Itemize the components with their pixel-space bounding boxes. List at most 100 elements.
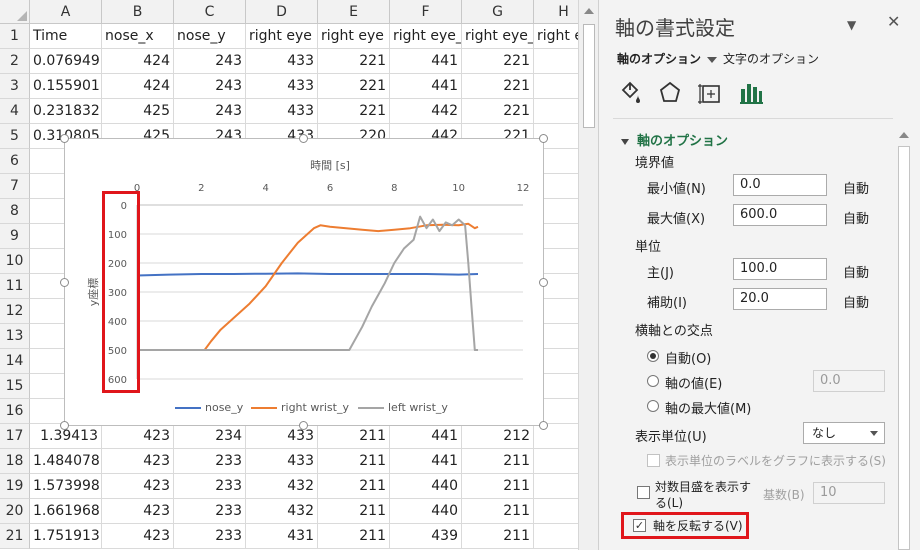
table-cell[interactable]: 441 <box>390 74 462 99</box>
table-cell[interactable]: 211 <box>462 474 534 499</box>
table-cell[interactable]: 433 <box>246 74 318 99</box>
chart-resize-handle[interactable] <box>539 134 548 143</box>
table-cell[interactable]: 0.231832 <box>30 99 102 124</box>
table-cell[interactable]: 243 <box>174 99 246 124</box>
row-header[interactable]: 9 <box>0 224 30 249</box>
size-properties-icon[interactable] <box>695 78 725 108</box>
axis-value-input[interactable]: 0.0 <box>813 370 885 392</box>
row-header[interactable]: 15 <box>0 374 30 399</box>
table-cell[interactable]: 432 <box>246 474 318 499</box>
table-cell[interactable]: 439 <box>390 524 462 549</box>
table-cell[interactable]: 243 <box>174 49 246 74</box>
row-header[interactable]: 13 <box>0 324 30 349</box>
table-cell[interactable]: 0.076949 <box>30 49 102 74</box>
chart-resize-handle[interactable] <box>60 421 69 430</box>
pane-scroll-thumb[interactable] <box>898 146 910 550</box>
scroll-up-arrow-icon[interactable] <box>584 8 594 14</box>
row-header[interactable]: 19 <box>0 474 30 499</box>
row-header[interactable]: 3 <box>0 74 30 99</box>
radio-crosses-axis-value[interactable] <box>647 375 659 387</box>
spreadsheet-grid[interactable]: ABCDEFGH 1 2 3 4 5 6 7 8 9 10 11 12 13 14 15 16 17 18 19 20… <box>0 0 598 550</box>
row-header[interactable]: 6 <box>0 149 30 174</box>
row-header[interactable]: 21 <box>0 524 30 549</box>
max-auto-button[interactable]: 自動 <box>843 208 869 227</box>
row-header[interactable]: 12 <box>0 299 30 324</box>
display-units-select[interactable]: なし <box>803 422 885 444</box>
table-cell[interactable]: right eye in <box>246 24 318 49</box>
table-cell[interactable]: 211 <box>462 524 534 549</box>
table-cell[interactable]: 424 <box>102 74 174 99</box>
pane-options-chevron-icon[interactable]: ▼ <box>847 18 856 32</box>
table-cell[interactable]: Time <box>30 24 102 49</box>
chart-resize-handle[interactable] <box>539 421 548 430</box>
table-cell[interactable]: 423 <box>102 524 174 549</box>
table-cell[interactable]: 433 <box>246 49 318 74</box>
scroll-up-arrow-icon[interactable] <box>899 132 909 138</box>
major-auto-button[interactable]: 自動 <box>843 262 869 281</box>
embedded-chart[interactable]: 0 100 200 300 400 500 600 0 2 4 6 8 10 12 時間 [s] y座標 no… <box>64 138 544 426</box>
max-bound-input[interactable]: 600.0 <box>733 204 827 226</box>
row-header[interactable]: 14 <box>0 349 30 374</box>
table-cell[interactable]: 233 <box>174 524 246 549</box>
table-cell[interactable]: 233 <box>174 499 246 524</box>
column-header[interactable]: B <box>102 0 174 24</box>
row-header[interactable]: 1 <box>0 24 30 49</box>
table-cell[interactable]: 211 <box>318 474 390 499</box>
pane-scrollbar[interactable] <box>895 126 913 550</box>
row-header[interactable]: 8 <box>0 199 30 224</box>
table-cell[interactable]: 221 <box>318 99 390 124</box>
log-base-input[interactable]: 10 <box>813 482 885 504</box>
chart-resize-handle[interactable] <box>299 421 308 430</box>
table-cell[interactable]: 211 <box>462 499 534 524</box>
column-header[interactable]: F <box>390 0 462 24</box>
row-header[interactable]: 18 <box>0 449 30 474</box>
show-units-checkbox[interactable] <box>647 454 660 467</box>
column-header[interactable]: C <box>174 0 246 24</box>
row-header[interactable]: 5 <box>0 124 30 149</box>
table-cell[interactable]: 423 <box>102 424 174 449</box>
table-cell[interactable]: 211 <box>318 524 390 549</box>
sheet-vertical-scrollbar[interactable] <box>578 0 598 550</box>
table-cell[interactable]: nose_y <box>174 24 246 49</box>
table-cell[interactable]: 0.155901 <box>30 74 102 99</box>
table-cell[interactable]: 1.751913 <box>30 524 102 549</box>
column-header[interactable]: D <box>246 0 318 24</box>
table-cell[interactable]: 233 <box>174 449 246 474</box>
table-cell[interactable]: 424 <box>102 49 174 74</box>
select-all-corner[interactable] <box>0 0 30 24</box>
fill-line-icon[interactable] <box>615 78 645 108</box>
row-header[interactable]: 20 <box>0 499 30 524</box>
table-cell[interactable]: 441 <box>390 449 462 474</box>
minor-unit-input[interactable]: 20.0 <box>733 288 827 310</box>
effects-icon[interactable] <box>655 78 685 108</box>
row-header[interactable]: 7 <box>0 174 30 199</box>
close-icon[interactable]: ✕ <box>887 12 900 31</box>
column-header[interactable]: E <box>318 0 390 24</box>
table-cell[interactable]: 431 <box>246 524 318 549</box>
table-cell[interactable]: 221 <box>462 49 534 74</box>
table-cell[interactable]: 211 <box>462 449 534 474</box>
table-cell[interactable]: 221 <box>462 99 534 124</box>
table-cell[interactable]: 221 <box>318 49 390 74</box>
table-cell[interactable]: 221 <box>318 74 390 99</box>
table-cell[interactable]: 211 <box>318 424 390 449</box>
table-cell[interactable]: 1.573998 <box>30 474 102 499</box>
table-cell[interactable]: 433 <box>246 449 318 474</box>
table-cell[interactable]: 423 <box>102 474 174 499</box>
tab-axis-options[interactable]: 軸のオプション <box>617 50 718 67</box>
scroll-thumb[interactable] <box>583 24 595 128</box>
min-bound-input[interactable]: 0.0 <box>733 174 827 196</box>
table-cell[interactable]: 243 <box>174 74 246 99</box>
column-header[interactable]: A <box>30 0 102 24</box>
radio-crosses-auto[interactable] <box>647 350 659 362</box>
radio-crosses-max[interactable] <box>647 400 659 412</box>
table-cell[interactable]: 432 <box>246 499 318 524</box>
row-header[interactable]: 17 <box>0 424 30 449</box>
table-cell[interactable]: 234 <box>174 424 246 449</box>
table-cell[interactable]: 211 <box>318 449 390 474</box>
row-header[interactable]: 16 <box>0 399 30 424</box>
table-cell[interactable]: 1.484078 <box>30 449 102 474</box>
column-header[interactable]: G <box>462 0 534 24</box>
table-cell[interactable]: 425 <box>102 99 174 124</box>
row-header[interactable]: 2 <box>0 49 30 74</box>
